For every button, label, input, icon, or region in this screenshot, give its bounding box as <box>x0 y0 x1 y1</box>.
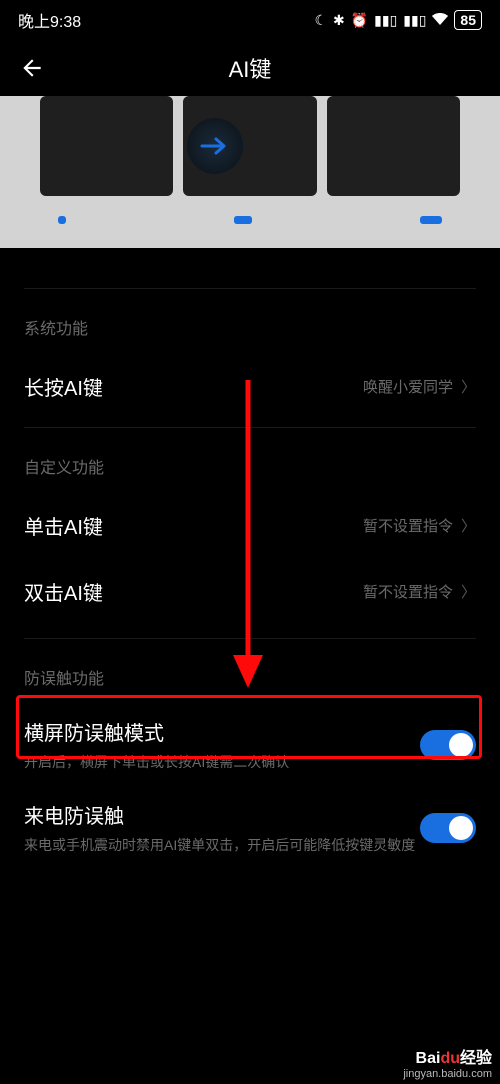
section-header-system: 系统功能 <box>24 289 476 353</box>
row-call-mistouch[interactable]: 来电防误触 来电或手机震动时禁用AI键单双击，开启后可能降低按键灵敏度 <box>24 786 476 869</box>
page-dot <box>58 216 66 224</box>
header: AI键 <box>0 40 500 96</box>
row-value: 暂不设置指令 <box>363 581 453 602</box>
signal1-icon: ▮▮▯ <box>374 12 397 29</box>
signal2-icon: ▮▮▯ <box>403 12 426 29</box>
row-long-press[interactable]: 长按AI键 唤醒小爱同学 〉 <box>24 353 476 419</box>
settings-list: 系统功能 长按AI键 唤醒小爱同学 〉 自定义功能 单击AI键 暂不设置指令 〉 <box>0 288 500 869</box>
toggle-on[interactable] <box>420 730 476 760</box>
row-single-click[interactable]: 单击AI键 暂不设置指令 〉 <box>24 492 476 558</box>
back-button[interactable] <box>12 48 52 88</box>
preview-slide-active <box>183 96 316 196</box>
preview-slide <box>327 96 460 196</box>
chevron-right-icon: 〉 <box>461 376 476 397</box>
row-value: 唤醒小爱同学 <box>363 376 453 397</box>
arrow-right-icon <box>200 136 230 156</box>
back-arrow-icon <box>19 55 45 81</box>
page-dot-pair <box>234 216 252 224</box>
page-indicator <box>0 196 500 224</box>
preview-slide <box>40 96 173 196</box>
status-bar: 晚上9:38 ☾ ✱ ⏰ ▮▮▯ ▮▮▯ 85 <box>0 0 500 40</box>
row-label: 横屏防误触模式 <box>24 717 420 746</box>
section-header-custom: 自定义功能 <box>24 428 476 492</box>
page-title: AI键 <box>0 52 500 84</box>
row-double-click[interactable]: 双击AI键 暂不设置指令 〉 <box>24 558 476 624</box>
row-label: 双击AI键 <box>24 577 363 606</box>
watermark-brand: Bai <box>416 1050 441 1067</box>
watermark: Baidu经验 jingyan.baidu.com <box>403 1050 492 1080</box>
chevron-right-icon: 〉 <box>461 581 476 602</box>
status-icons: ☾ ✱ ⏰ ▮▮▯ ▮▮▯ 85 <box>314 10 482 30</box>
row-label: 长按AI键 <box>24 372 363 401</box>
watermark-url: jingyan.baidu.com <box>403 1068 492 1080</box>
row-value: 暂不设置指令 <box>363 515 453 536</box>
status-time: 晚上9:38 <box>18 8 81 32</box>
row-label: 单击AI键 <box>24 511 363 540</box>
preview-graphic <box>187 118 243 174</box>
section-header-mistouch: 防误触功能 <box>24 639 476 703</box>
row-description: 开启后，横屏下单击或长按AI键需二次确认 <box>24 752 420 772</box>
toggle-on[interactable] <box>420 813 476 843</box>
page-dot-bar <box>420 216 442 224</box>
battery-indicator: 85 <box>454 10 482 30</box>
row-landscape-mistouch[interactable]: 横屏防误触模式 开启后，横屏下单击或长按AI键需二次确认 <box>24 703 476 786</box>
row-label: 来电防误触 <box>24 800 420 829</box>
bluetooth-icon: ✱ <box>333 12 345 29</box>
alarm-icon: ⏰ <box>351 12 368 29</box>
chevron-right-icon: 〉 <box>461 515 476 536</box>
wifi-icon <box>432 12 448 28</box>
row-description: 来电或手机震动时禁用AI键单双击，开启后可能降低按键灵敏度 <box>24 835 420 855</box>
moon-icon: ☾ <box>314 12 327 29</box>
preview-carousel[interactable] <box>0 96 500 248</box>
